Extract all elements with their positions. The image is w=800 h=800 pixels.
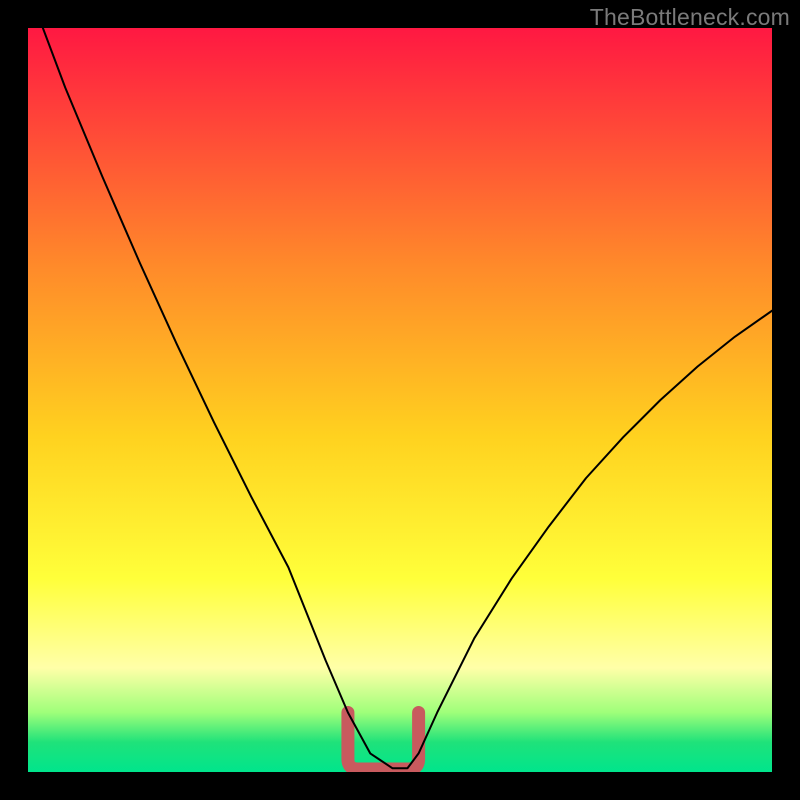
bottleneck-chart	[28, 28, 772, 772]
chart-stage: TheBottleneck.com	[0, 0, 800, 800]
plot-area	[28, 28, 772, 772]
watermark-text: TheBottleneck.com	[590, 4, 790, 31]
